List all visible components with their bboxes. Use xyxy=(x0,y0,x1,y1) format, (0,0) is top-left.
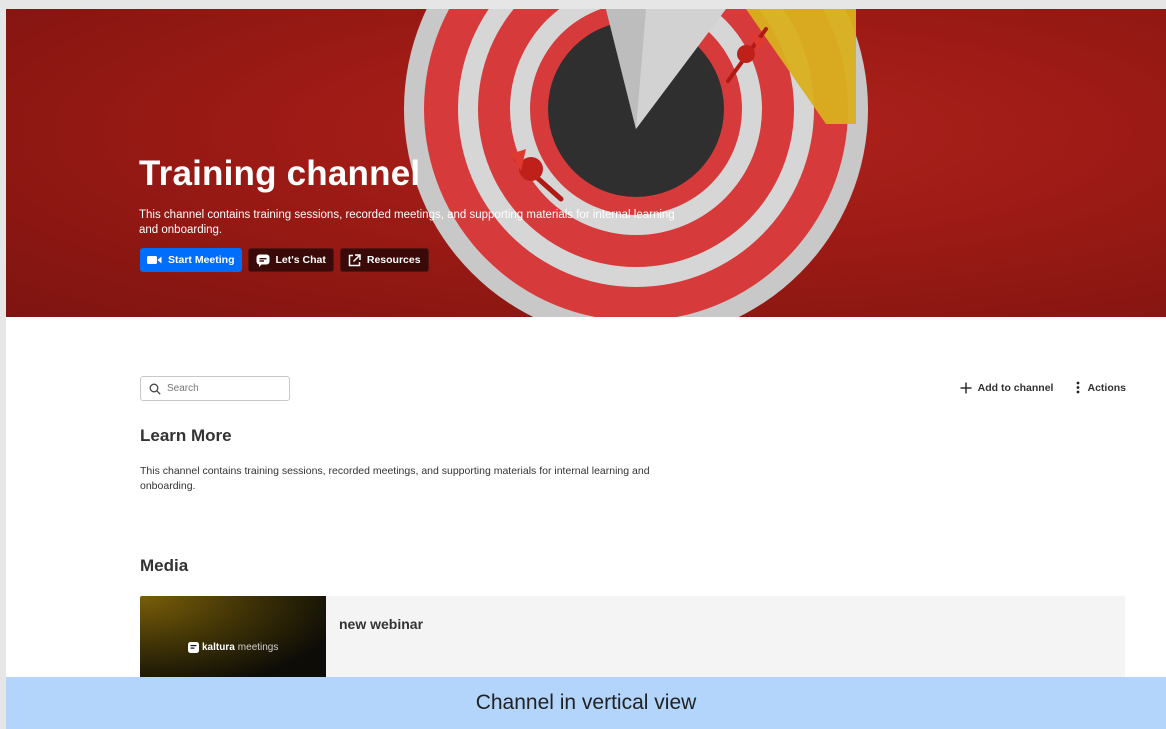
channel-header-banner: Training channel This channel contains t… xyxy=(6,9,1166,317)
channel-description: This channel contains training sessions,… xyxy=(139,209,675,236)
lets-chat-button[interactable]: Let's Chat xyxy=(247,248,334,272)
search-input[interactable] xyxy=(167,383,277,394)
more-vertical-icon xyxy=(1077,381,1080,394)
chat-bubble-icon xyxy=(256,254,270,267)
logo-text-light: meetings xyxy=(237,642,279,653)
channel-page: Training channel This channel contains t… xyxy=(0,0,1166,729)
channel-toolbar: Add to channel Actions xyxy=(960,381,1126,394)
search-box[interactable] xyxy=(140,376,290,401)
actions-menu-button[interactable]: Actions xyxy=(1075,381,1126,394)
media-heading: Media xyxy=(140,556,189,575)
kaltura-meetings-logo: kaltura meetings xyxy=(188,642,278,653)
media-item-title[interactable]: new webinar xyxy=(326,596,423,681)
add-to-channel-button[interactable]: Add to channel xyxy=(960,381,1054,394)
lets-chat-label: Let's Chat xyxy=(275,254,326,266)
resources-label: Resources xyxy=(366,254,421,266)
media-list-item[interactable]: kaltura meetings new webinar xyxy=(140,596,1125,681)
add-to-channel-label: Add to channel xyxy=(977,381,1054,394)
learn-more-text: This channel contains training sessions,… xyxy=(140,465,650,492)
caption-banner: Channel in vertical view xyxy=(6,677,1166,729)
header-action-buttons: Start Meeting Let's Chat Resources xyxy=(140,248,429,272)
plus-icon xyxy=(960,382,972,393)
video-camera-icon xyxy=(147,256,162,264)
kaltura-logo-icon xyxy=(188,642,199,653)
learn-more-heading: Learn More xyxy=(140,426,232,445)
external-link-icon xyxy=(348,253,361,266)
search-icon xyxy=(149,383,161,395)
start-meeting-button[interactable]: Start Meeting xyxy=(140,248,242,272)
actions-label: Actions xyxy=(1087,381,1126,394)
channel-title: Training channel xyxy=(139,154,421,193)
media-thumbnail[interactable]: kaltura meetings xyxy=(140,596,326,681)
logo-text-bold: kaltura xyxy=(202,642,235,653)
resources-button[interactable]: Resources xyxy=(339,248,429,272)
start-meeting-label: Start Meeting xyxy=(168,254,235,266)
